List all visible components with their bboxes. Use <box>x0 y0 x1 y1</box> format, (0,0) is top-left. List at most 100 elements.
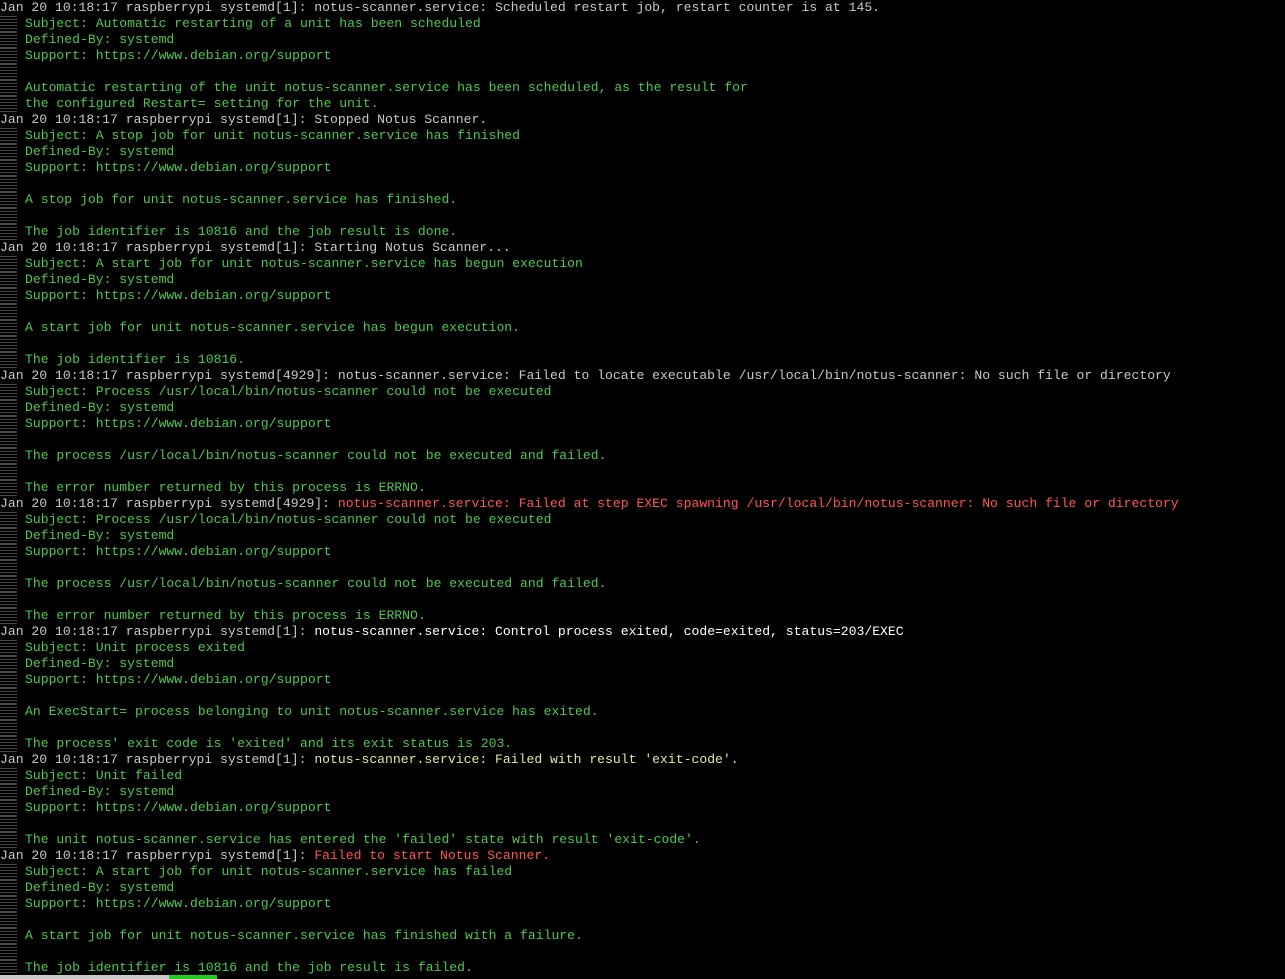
journal-catalog-marker <box>0 768 17 784</box>
log-text-segment: Jan 20 10:18:17 raspberrypi systemd[1]: <box>0 752 315 767</box>
journal-catalog-marker <box>0 320 17 336</box>
log-text-segment: the configured Restart= setting for the … <box>25 96 379 111</box>
journal-catalog-marker <box>0 720 17 736</box>
journal-log-line: Jan 20 10:18:17 raspberrypi systemd[1]: … <box>0 0 1285 16</box>
journal-detail-line: Defined-By: systemd <box>0 880 1285 896</box>
log-text-segment: Defined-By: systemd <box>25 784 175 799</box>
log-text-segment: A stop job for unit notus-scanner.servic… <box>25 192 458 207</box>
journal-detail-line: Support: https://www.debian.org/support <box>0 800 1285 816</box>
journal-catalog-marker <box>0 608 17 624</box>
journal-detail-line: The process' exit code is 'exited' and i… <box>0 736 1285 752</box>
journal-detail-line <box>0 944 1285 960</box>
journal-catalog-marker <box>0 384 17 400</box>
journal-detail-line: Subject: A start job for unit notus-scan… <box>0 864 1285 880</box>
log-text-segment: The job identifier is 10816 and the job … <box>25 224 458 239</box>
journal-detail-line: Subject: A stop job for unit notus-scann… <box>0 128 1285 144</box>
log-text-segment: Subject: Unit process exited <box>25 640 246 655</box>
log-text-segment: A start job for unit notus-scanner.servi… <box>25 320 521 335</box>
journal-catalog-marker <box>0 912 17 928</box>
journal-log-line: Jan 20 10:18:17 raspberrypi systemd[1]: … <box>0 752 1285 768</box>
log-text-segment: Defined-By: systemd <box>25 880 175 895</box>
journal-detail-line: Subject: Unit failed <box>0 768 1285 784</box>
journal-catalog-marker <box>0 336 17 352</box>
journal-catalog-marker <box>0 544 17 560</box>
log-text-segment: Subject: Process /usr/local/bin/notus-sc… <box>25 384 552 399</box>
journal-catalog-marker <box>0 832 17 848</box>
log-text-segment: Jan 20 10:18:17 raspberrypi systemd[1]: … <box>0 240 511 255</box>
log-text-segment: The error number returned by this proces… <box>25 480 426 495</box>
journal-catalog-marker <box>0 48 17 64</box>
log-text-segment: Support: https://www.debian.org/support <box>25 160 332 175</box>
log-text-segment: The unit notus-scanner.service has enter… <box>25 832 701 847</box>
journal-detail-line: Defined-By: systemd <box>0 656 1285 672</box>
log-text-segment: Jan 20 10:18:17 raspberrypi systemd[1]: <box>0 848 315 863</box>
journal-catalog-marker <box>0 64 17 80</box>
journal-detail-line <box>0 64 1285 80</box>
journal-log-line: Jan 20 10:18:17 raspberrypi systemd[1]: … <box>0 240 1285 256</box>
log-text-segment: Support: https://www.debian.org/support <box>25 288 332 303</box>
journal-log-line: Jan 20 10:18:17 raspberrypi systemd[4929… <box>0 496 1285 512</box>
journal-catalog-marker <box>0 192 17 208</box>
journal-catalog-marker <box>0 432 17 448</box>
journal-detail-line: The unit notus-scanner.service has enter… <box>0 832 1285 848</box>
log-text-segment: Defined-By: systemd <box>25 656 175 671</box>
journal-catalog-marker <box>0 176 17 192</box>
log-text-segment: Subject: Automatic restarting of a unit … <box>25 16 481 31</box>
log-text-segment: An ExecStart= process belonging to unit … <box>25 704 599 719</box>
journal-detail-line: Support: https://www.debian.org/support <box>0 896 1285 912</box>
status-bar-highlight <box>169 975 217 979</box>
log-text-segment: The job identifier is 10816 and the job … <box>25 960 473 975</box>
log-text-segment: Support: https://www.debian.org/support <box>25 672 332 687</box>
log-text-segment: Jan 20 10:18:17 raspberrypi systemd[1]: … <box>0 0 881 15</box>
journal-detail-line: The job identifier is 10816. <box>0 352 1285 368</box>
log-text-segment: Automatic restarting of the unit notus-s… <box>25 80 748 95</box>
journal-catalog-marker <box>0 288 17 304</box>
journal-detail-line: The job identifier is 10816 and the job … <box>0 960 1285 976</box>
log-text-segment: The job identifier is 10816. <box>25 352 246 367</box>
journal-detail-line <box>0 336 1285 352</box>
journal-detail-line: Defined-By: systemd <box>0 32 1285 48</box>
journal-catalog-marker <box>0 128 17 144</box>
log-text-segment: Subject: Unit failed <box>25 768 183 783</box>
journal-detail-line: Defined-By: systemd <box>0 272 1285 288</box>
journal-detail-line: Subject: Process /usr/local/bin/notus-sc… <box>0 512 1285 528</box>
journal-detail-line: A start job for unit notus-scanner.servi… <box>0 928 1285 944</box>
journal-detail-line <box>0 912 1285 928</box>
log-text-segment: Subject: Process /usr/local/bin/notus-sc… <box>25 512 552 527</box>
journal-detail-line <box>0 688 1285 704</box>
journal-catalog-marker <box>0 640 17 656</box>
journal-log-line: Jan 20 10:18:17 raspberrypi systemd[1]: … <box>0 848 1285 864</box>
journal-detail-line: The job identifier is 10816 and the job … <box>0 224 1285 240</box>
journal-catalog-marker <box>0 416 17 432</box>
journal-catalog-marker <box>0 352 17 368</box>
journal-catalog-marker <box>0 528 17 544</box>
log-text-segment: Defined-By: systemd <box>25 144 175 159</box>
log-text-segment: Defined-By: systemd <box>25 272 175 287</box>
journal-detail-line: Support: https://www.debian.org/support <box>0 288 1285 304</box>
log-text-segment: Support: https://www.debian.org/support <box>25 544 332 559</box>
log-text-segment: The process' exit code is 'exited' and i… <box>25 736 513 751</box>
journal-catalog-marker <box>0 480 17 496</box>
journal-detail-line: Subject: Unit process exited <box>0 640 1285 656</box>
journal-log-line: Jan 20 10:18:17 raspberrypi systemd[1]: … <box>0 624 1285 640</box>
journal-detail-line <box>0 816 1285 832</box>
log-text-segment: The process /usr/local/bin/notus-scanner… <box>25 448 607 463</box>
journal-catalog-marker <box>0 864 17 880</box>
journal-detail-line: The error number returned by this proces… <box>0 608 1285 624</box>
log-text-segment: Support: https://www.debian.org/support <box>25 896 332 911</box>
log-text-segment: Defined-By: systemd <box>25 528 175 543</box>
journal-catalog-marker <box>0 880 17 896</box>
log-text-segment: Subject: A stop job for unit notus-scann… <box>25 128 521 143</box>
log-text-segment: Defined-By: systemd <box>25 400 175 415</box>
journal-detail-line: The process /usr/local/bin/notus-scanner… <box>0 448 1285 464</box>
journal-detail-line: The process /usr/local/bin/notus-scanner… <box>0 576 1285 592</box>
journal-detail-line: the configured Restart= setting for the … <box>0 96 1285 112</box>
journal-detail-line: Support: https://www.debian.org/support <box>0 544 1285 560</box>
journal-catalog-marker <box>0 736 17 752</box>
terminal-output[interactable]: Jan 20 10:18:17 raspberrypi systemd[1]: … <box>0 0 1285 979</box>
journal-catalog-marker <box>0 800 17 816</box>
journal-catalog-marker <box>0 80 17 96</box>
log-text-segment: notus-scanner.service: Control process e… <box>314 624 904 639</box>
journal-detail-line <box>0 720 1285 736</box>
journal-detail-line: Support: https://www.debian.org/support <box>0 48 1285 64</box>
